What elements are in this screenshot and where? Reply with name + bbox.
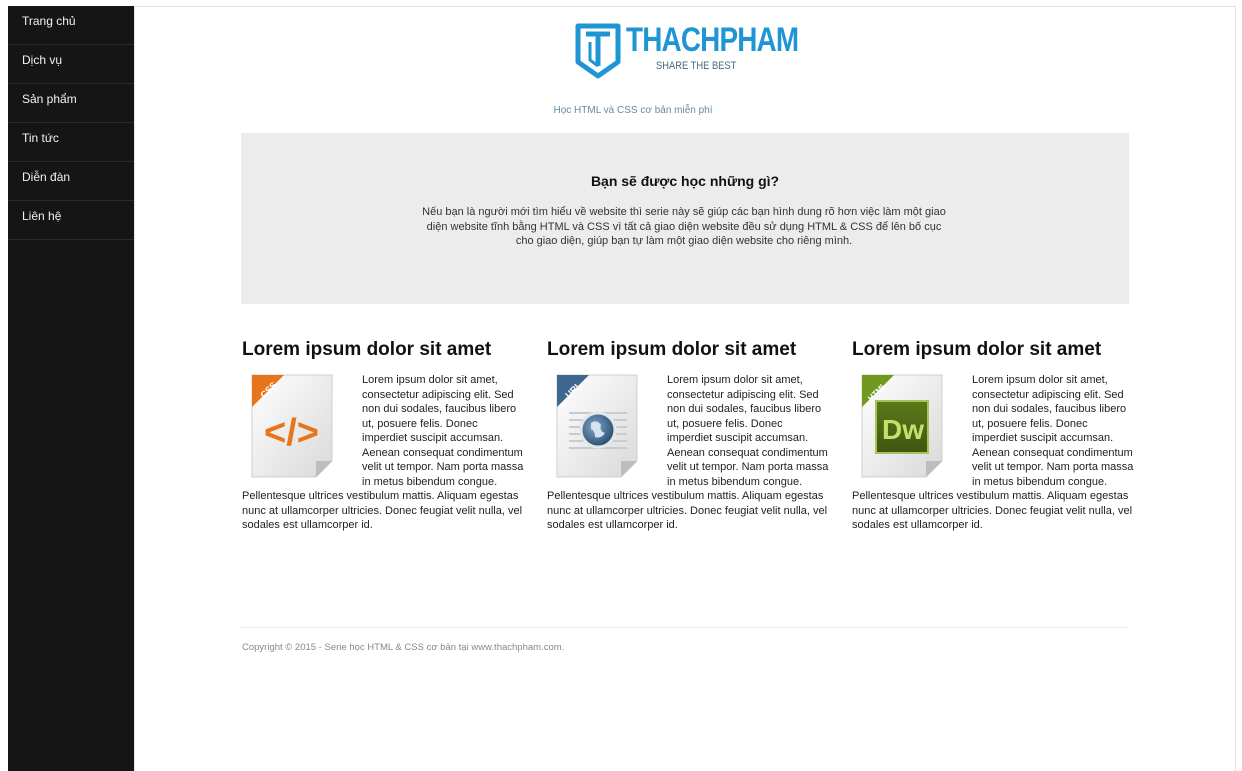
sidebar-item-trang-chu[interactable]: Trang chủ (8, 6, 134, 45)
logo-text: THACHPHAM (626, 21, 799, 59)
footer-divider (241, 627, 1129, 628)
tagline: Học HTML và CSS cơ bản miễn phí (0, 105, 1242, 116)
sidebar-item-dien-dan[interactable]: Diễn đàn (8, 162, 134, 201)
url-file-icon: URL (547, 373, 655, 481)
sidebar-item-label: Dịch vụ (22, 52, 63, 67)
sidebar-item-label: Liên hệ (22, 208, 62, 223)
tagline-text: Học HTML và CSS cơ bản miễn phí (553, 105, 713, 116)
site-logo[interactable]: THACHPHAM SHARE THE BEST (574, 20, 804, 82)
feature-body: URL Lorem ipsum dolor sit amet, consecte… (547, 373, 829, 533)
logo-subtitle: SHARE THE BEST (656, 60, 737, 72)
sidebar-item-label: Sản phẩm (22, 91, 77, 106)
page: Trang chủ Dịch vụ Sản phẩm Tin tức Diễn … (0, 0, 1242, 771)
feature-column-html: Lorem ipsum dolor sit amet Dw HTML Lorem… (852, 336, 1134, 533)
feature-title: Lorem ipsum dolor sit amet (547, 339, 797, 360)
hero-title: Bạn sẽ được học những gì? (590, 173, 780, 189)
sidebar-item-label: Tin tức (22, 130, 59, 145)
sidebar-item-lien-he[interactable]: Liên hệ (8, 201, 134, 240)
hero-text: Nếu bạn là người mới tìm hiểu về website… (422, 206, 946, 247)
sidebar-item-label: Diễn đàn (22, 169, 71, 184)
feature-title: Lorem ipsum dolor sit amet (852, 339, 1102, 360)
sidebar-item-dich-vu[interactable]: Dịch vụ (8, 45, 134, 84)
feature-column-css: Lorem ipsum dolor sit amet CSS </> Lorem… (242, 336, 524, 533)
sidebar-item-label: Trang chủ (22, 13, 76, 28)
hero-section: Bạn sẽ được học những gì? Nếu bạn là ngư… (241, 133, 1129, 304)
sidebar-item-tin-tuc[interactable]: Tin tức (8, 123, 134, 162)
feature-body: Dw HTML Lorem ipsum dolor sit amet, cons… (852, 373, 1134, 533)
dw-icon-glyph: Dw (882, 414, 924, 445)
sidebar-nav: Trang chủ Dịch vụ Sản phẩm Tin tức Diễn … (8, 6, 134, 771)
css-icon-glyph: </> (264, 412, 319, 454)
sidebar-item-san-pham[interactable]: Sản phẩm (8, 84, 134, 123)
sidebar-menu: Trang chủ Dịch vụ Sản phẩm Tin tức Diễn … (8, 6, 134, 240)
feature-column-url: Lorem ipsum dolor sit amet URL Lorem ips… (547, 336, 829, 533)
dreamweaver-file-icon: Dw HTML (852, 373, 960, 481)
copyright: Copyright © 2015 - Serie học HTML & CSS … (242, 642, 565, 653)
feature-body: CSS </> Lorem ipsum dolor sit amet, cons… (242, 373, 524, 533)
feature-title: Lorem ipsum dolor sit amet (242, 339, 492, 360)
css-file-icon: CSS </> (242, 373, 350, 481)
logo-mark-icon (575, 23, 621, 79)
